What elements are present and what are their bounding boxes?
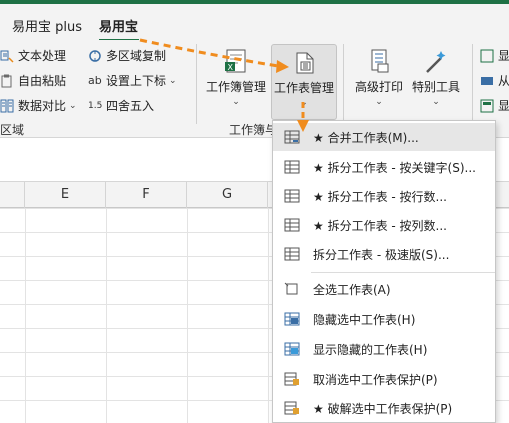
advanced-print-button[interactable]: 高级打印 ⌄ <box>350 46 408 118</box>
menu-item-label: ★ 破解选中工作表保护(P) <box>313 401 453 416</box>
unhide-sheets-icon <box>283 341 301 357</box>
sheet-manage-icon <box>272 45 336 77</box>
round-button[interactable]: 1.5 四舍五入 <box>88 97 154 114</box>
chevron-down-icon: ⌄ <box>300 98 308 108</box>
ribbon-separator <box>343 44 344 124</box>
workbook-group-label: 工作簿与 <box>229 123 278 137</box>
unprotect-sheet-icon <box>283 371 301 387</box>
print-icon <box>350 46 408 76</box>
special-tools-label: 特别工具 <box>411 80 460 94</box>
chevron-down-icon: ⌄ <box>432 97 440 107</box>
data-compare-button[interactable]: 数据对比 ⌄ <box>0 97 77 114</box>
text-process-button[interactable]: 文本处理 <box>0 47 66 64</box>
chevron-down-icon: ⌄ <box>375 97 383 107</box>
menu-item-split-by-columns[interactable]: ★ 拆分工作表 - 按列数... <box>273 211 495 239</box>
multi-region-copy-button[interactable]: 多区域复制 <box>88 47 166 64</box>
sheet-manage-menu: ★ 合并工作表(M)... ★ 拆分工作表 - 按关键字(S)... ★ 拆分工… <box>272 120 496 423</box>
menu-item-label: ★ 合并工作表(M)... <box>313 130 419 145</box>
ribbon-separator <box>196 44 197 124</box>
merge-sheets-icon <box>283 129 301 145</box>
superscript-icon: ab <box>88 73 102 87</box>
crack-protection-icon <box>283 400 301 416</box>
menu-item-label: ★ 拆分工作表 - 按关键字(S)... <box>313 160 476 175</box>
free-paste-label: 自由粘贴 <box>18 74 67 88</box>
advanced-print-label: 高级打印 <box>354 80 403 94</box>
menu-item-label: 全选工作表(A) <box>313 282 391 297</box>
menu-separator <box>311 272 495 273</box>
menu-item-label: 隐藏选中工作表(H) <box>313 312 416 327</box>
display2-icon <box>480 99 494 113</box>
display-icon <box>480 49 494 63</box>
chevron-down-icon: ⌄ <box>69 100 77 111</box>
special-tools-button[interactable]: 特别工具 ⌄ <box>408 46 464 118</box>
display-label-partial: 显 <box>498 49 509 63</box>
data-compare-label: 数据对比 <box>18 99 67 113</box>
tab-yiyongbao-plus[interactable]: 易用宝 plus <box>12 16 82 35</box>
column-header-e[interactable]: E <box>25 182 106 208</box>
menu-item-label: 拆分工作表 - 极速版(S)... <box>313 247 450 262</box>
split-sheet-icon <box>283 246 301 262</box>
menu-item-hide-sheets[interactable]: 隐藏选中工作表(H) <box>273 305 495 333</box>
display2-button-partial[interactable]: 显 <box>480 97 509 114</box>
menu-item-label: ★ 拆分工作表 - 按列数... <box>313 218 447 233</box>
round-label: 四舍五入 <box>106 99 155 113</box>
split-sheet-icon <box>283 188 301 204</box>
menu-item-select-all-sheets[interactable]: 全选工作表(A) <box>273 275 495 303</box>
sheet-manage-label: 工作表管理 <box>273 81 334 95</box>
workbook-manage-button[interactable]: X 工作簿管理 ⌄ <box>203 46 269 118</box>
ribbon-separator <box>472 44 473 124</box>
menu-item-split-fast[interactable]: 拆分工作表 - 极速版(S)... <box>273 240 495 268</box>
column-header-f[interactable]: F <box>106 182 187 208</box>
workbook-manage-label: 工作簿管理 <box>205 80 266 94</box>
sheet-manage-button[interactable]: 工作表管理 ⌄ <box>271 44 337 120</box>
magic-wand-icon <box>408 46 464 76</box>
hide-sheets-icon <box>283 311 301 327</box>
menu-item-unprotect-sheets[interactable]: 取消选中工作表保护(P) <box>273 365 495 393</box>
display-button-partial[interactable]: 显 <box>480 47 509 64</box>
menu-item-split-by-rows[interactable]: ★ 拆分工作表 - 按行数... <box>273 182 495 210</box>
menu-item-split-by-key[interactable]: ★ 拆分工作表 - 按关键字(S)... <box>273 153 495 181</box>
menu-item-label: 取消选中工作表保护(P) <box>313 372 438 387</box>
round-numbers-icon: 1.5 <box>88 100 103 111</box>
workbook-manage-icon: X <box>203 46 269 76</box>
from-label-partial: 从 <box>498 74 509 88</box>
menu-item-label: ★ 拆分工作表 - 按行数... <box>313 189 447 204</box>
from-button-partial[interactable]: 从 <box>480 72 509 89</box>
data-compare-icon <box>0 99 14 113</box>
superscript-subscript-button[interactable]: ab 设置上下标 ⌄ <box>88 72 177 89</box>
menu-item-crack-protection[interactable]: ★ 破解选中工作表保护(P) <box>273 394 495 422</box>
column-header-g[interactable]: G <box>187 182 268 208</box>
text-process-icon <box>0 49 14 63</box>
multi-region-copy-icon <box>88 49 102 63</box>
ribbon-tabs: 易用宝 plus 易用宝 <box>0 4 509 42</box>
region-group-label: 区域 <box>0 123 25 137</box>
menu-item-unhide-sheets[interactable]: 显示隐藏的工作表(H) <box>273 335 495 363</box>
multi-region-copy-label: 多区域复制 <box>106 49 167 63</box>
free-paste-button[interactable]: 自由粘贴 <box>0 72 66 89</box>
select-all-sheets-icon <box>283 281 301 297</box>
chevron-down-icon: ⌄ <box>232 97 240 107</box>
column-header-partial[interactable] <box>0 182 25 208</box>
free-paste-icon <box>0 74 14 88</box>
split-sheet-icon <box>283 159 301 175</box>
split-sheet-icon <box>283 217 301 233</box>
tab-yiyongbao[interactable]: 易用宝 <box>99 16 138 35</box>
text-process-label: 文本处理 <box>18 49 67 63</box>
chevron-down-icon: ⌄ <box>169 75 177 86</box>
menu-item-merge-sheets[interactable]: ★ 合并工作表(M)... <box>273 123 495 151</box>
display2-label-partial: 显 <box>498 99 509 113</box>
from-icon <box>480 74 494 88</box>
svg-text:X: X <box>228 63 234 72</box>
superscript-label: 设置上下标 <box>106 74 167 88</box>
menu-item-label: 显示隐藏的工作表(H) <box>313 342 428 357</box>
